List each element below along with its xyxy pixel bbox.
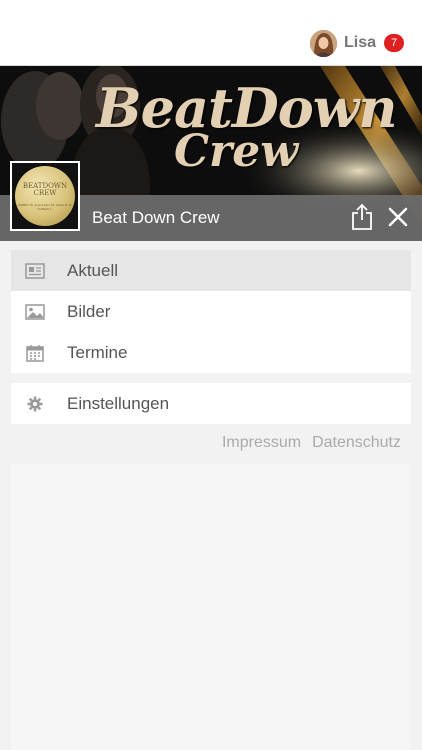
top-bar: Lisa 7 (0, 0, 422, 66)
notification-badge[interactable]: 7 (384, 34, 404, 52)
datenschutz-link[interactable]: Datenschutz (312, 434, 401, 452)
menu-item-bilder[interactable]: Bilder (11, 291, 411, 332)
content-area (11, 464, 411, 750)
newspaper-icon (24, 262, 46, 280)
thumbnail-title: BEATDOWN CREW (22, 182, 68, 197)
user-menu[interactable]: Lisa 7 (309, 28, 404, 58)
calendar-icon (24, 344, 46, 362)
close-icon[interactable] (386, 205, 410, 229)
settings-menu: Einstellungen (11, 383, 411, 424)
group-thumbnail[interactable]: BEATDOWN CREW ROBIN W. & JULIAN M. ANJA … (10, 161, 80, 231)
menu-item-label: Termine (67, 342, 128, 362)
user-avatar[interactable] (309, 29, 337, 57)
group-thumbnail-disc: BEATDOWN CREW ROBIN W. & JULIAN M. ANJA … (15, 166, 75, 226)
footer-links: Impressum Datenschutz (222, 434, 401, 452)
image-icon (24, 303, 46, 321)
menu-item-einstellungen[interactable]: Einstellungen (11, 383, 411, 424)
menu-item-aktuell[interactable]: Aktuell (11, 250, 411, 291)
user-name[interactable]: Lisa (344, 34, 376, 52)
thumbnail-subtitle: ROBIN W. & JULIAN M. ANJA R. & TOBIAS L. (18, 203, 72, 211)
menu-item-label: Einstellungen (67, 393, 170, 413)
group-title: Beat Down Crew (92, 208, 220, 227)
main-menu: Aktuell Bilder Termine (11, 250, 411, 373)
impressum-link[interactable]: Impressum (222, 434, 301, 452)
share-icon[interactable] (350, 203, 374, 231)
menu-item-label: Aktuell (67, 260, 119, 280)
menu-item-termine[interactable]: Termine (11, 332, 411, 373)
menu-item-label: Bilder (67, 301, 111, 321)
gear-icon (24, 395, 46, 413)
banner-logo-line2: Crew (174, 126, 299, 177)
